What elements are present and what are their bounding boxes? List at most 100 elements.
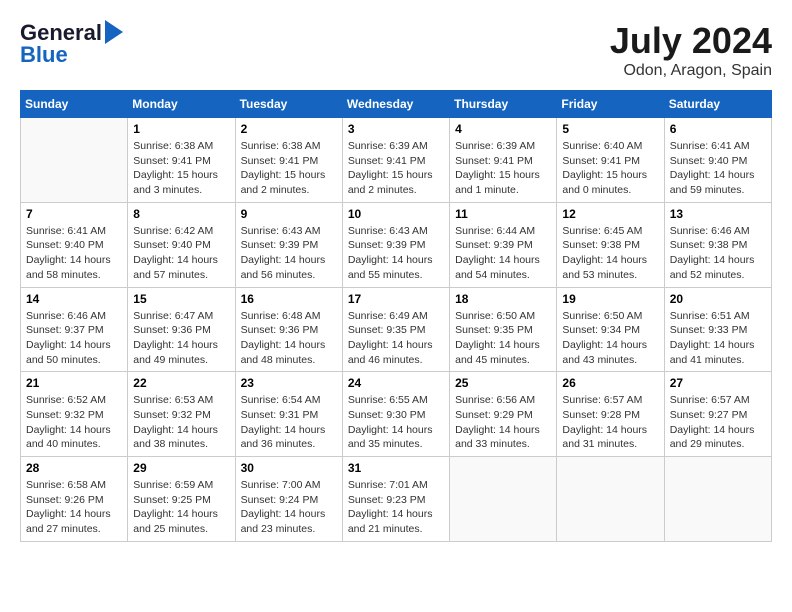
day-number: 12 [562, 207, 658, 221]
calendar-cell [664, 457, 771, 542]
calendar-cell: 8 Sunrise: 6:42 AM Sunset: 9:40 PM Daylig… [128, 202, 235, 287]
calendar-cell: 24 Sunrise: 6:55 AM Sunset: 9:30 PM Dayli… [342, 372, 449, 457]
day-info: Sunrise: 6:46 AM Sunset: 9:37 PM Dayligh… [26, 309, 122, 368]
calendar-cell: 30 Sunrise: 7:00 AM Sunset: 9:24 PM Dayli… [235, 457, 342, 542]
day-info: Sunrise: 6:56 AM Sunset: 9:29 PM Dayligh… [455, 393, 551, 452]
calendar-cell: 29Sunrise: 6:59 AM Sunset: 9:25 PM Dayli… [128, 457, 235, 542]
calendar-cell: 13Sunrise: 6:46 AM Sunset: 9:38 PM Dayli… [664, 202, 771, 287]
day-info: Sunrise: 6:39 AM Sunset: 9:41 PM Dayligh… [455, 139, 551, 198]
day-number: 4 [455, 122, 551, 136]
day-info: Sunrise: 6:49 AM Sunset: 9:35 PM Dayligh… [348, 309, 444, 368]
day-number: 2 [241, 122, 337, 136]
day-number: 18 [455, 292, 551, 306]
day-number: 5 [562, 122, 658, 136]
day-info: Sunrise: 6:55 AM Sunset: 9:30 PM Dayligh… [348, 393, 444, 452]
day-info: Sunrise: 6:58 AM Sunset: 9:26 PM Dayligh… [26, 478, 122, 537]
day-number: 20 [670, 292, 766, 306]
calendar-cell: 26 Sunrise: 6:57 AM Sunset: 9:28 PM Dayli… [557, 372, 664, 457]
calendar-week-row: 1Sunrise: 6:38 AM Sunset: 9:41 PM Daylig… [21, 118, 772, 203]
day-number: 30 [241, 461, 337, 475]
day-info: Sunrise: 6:43 AM Sunset: 9:39 PM Dayligh… [241, 224, 337, 283]
day-info: Sunrise: 6:38 AM Sunset: 9:41 PM Dayligh… [133, 139, 229, 198]
calendar-cell: 25 Sunrise: 6:56 AM Sunset: 9:29 PM Dayli… [450, 372, 557, 457]
day-info: Sunrise: 6:43 AM Sunset: 9:39 PM Dayligh… [348, 224, 444, 283]
calendar-cell: 6 Sunrise: 6:41 AM Sunset: 9:40 PM Daylig… [664, 118, 771, 203]
day-number: 8 [133, 207, 229, 221]
day-number: 23 [241, 376, 337, 390]
calendar-cell: 7Sunrise: 6:41 AM Sunset: 9:40 PM Daylig… [21, 202, 128, 287]
day-number: 16 [241, 292, 337, 306]
day-info: Sunrise: 6:57 AM Sunset: 9:27 PM Dayligh… [670, 393, 766, 452]
day-info: Sunrise: 6:57 AM Sunset: 9:28 PM Dayligh… [562, 393, 658, 452]
calendar-week-row: 14 Sunrise: 6:46 AM Sunset: 9:37 PM Dayli… [21, 287, 772, 372]
day-number: 25 [455, 376, 551, 390]
day-info: Sunrise: 6:46 AM Sunset: 9:38 PM Dayligh… [670, 224, 766, 283]
calendar-cell: 4 Sunrise: 6:39 AM Sunset: 9:41 PM Daylig… [450, 118, 557, 203]
title-block: July 2024 Odon, Aragon, Spain [610, 20, 772, 80]
day-info: Sunrise: 6:47 AM Sunset: 9:36 PM Dayligh… [133, 309, 229, 368]
calendar-cell: 9 Sunrise: 6:43 AM Sunset: 9:39 PM Daylig… [235, 202, 342, 287]
calendar-cell: 10Sunrise: 6:43 AM Sunset: 9:39 PM Dayli… [342, 202, 449, 287]
location-text: Odon, Aragon, Spain [610, 62, 772, 80]
calendar-cell: 3Sunrise: 6:39 AM Sunset: 9:41 PM Daylig… [342, 118, 449, 203]
calendar-cell [557, 457, 664, 542]
day-number: 15 [133, 292, 229, 306]
calendar-cell: 14 Sunrise: 6:46 AM Sunset: 9:37 PM Dayli… [21, 287, 128, 372]
day-info: Sunrise: 6:48 AM Sunset: 9:36 PM Dayligh… [241, 309, 337, 368]
day-number: 11 [455, 207, 551, 221]
calendar-day-header: Wednesday [342, 91, 449, 118]
day-info: Sunrise: 6:44 AM Sunset: 9:39 PM Dayligh… [455, 224, 551, 283]
page-header: General Blue July 2024 Odon, Aragon, Spa… [20, 20, 772, 80]
calendar-day-header: Sunday [21, 91, 128, 118]
calendar-cell [21, 118, 128, 203]
day-number: 9 [241, 207, 337, 221]
day-number: 31 [348, 461, 444, 475]
calendar-cell: 21 Sunrise: 6:52 AM Sunset: 9:32 PM Dayli… [21, 372, 128, 457]
day-number: 19 [562, 292, 658, 306]
month-title: July 2024 [610, 20, 772, 62]
day-number: 21 [26, 376, 122, 390]
day-number: 27 [670, 376, 766, 390]
logo-blue-text: Blue [20, 42, 68, 68]
calendar-table: SundayMondayTuesdayWednesdayThursdayFrid… [20, 90, 772, 542]
calendar-cell: 28 Sunrise: 6:58 AM Sunset: 9:26 PM Dayli… [21, 457, 128, 542]
day-info: Sunrise: 6:41 AM Sunset: 9:40 PM Dayligh… [670, 139, 766, 198]
day-info: Sunrise: 6:40 AM Sunset: 9:41 PM Dayligh… [562, 139, 658, 198]
day-info: Sunrise: 6:45 AM Sunset: 9:38 PM Dayligh… [562, 224, 658, 283]
day-number: 28 [26, 461, 122, 475]
calendar-day-header: Tuesday [235, 91, 342, 118]
day-info: Sunrise: 7:00 AM Sunset: 9:24 PM Dayligh… [241, 478, 337, 537]
logo: General Blue [20, 20, 123, 68]
day-info: Sunrise: 6:42 AM Sunset: 9:40 PM Dayligh… [133, 224, 229, 283]
calendar-day-header: Friday [557, 91, 664, 118]
calendar-week-row: 28 Sunrise: 6:58 AM Sunset: 9:26 PM Dayli… [21, 457, 772, 542]
day-number: 6 [670, 122, 766, 136]
calendar-cell: 23Sunrise: 6:54 AM Sunset: 9:31 PM Dayli… [235, 372, 342, 457]
calendar-cell: 27 Sunrise: 6:57 AM Sunset: 9:27 PM Dayli… [664, 372, 771, 457]
day-info: Sunrise: 7:01 AM Sunset: 9:23 PM Dayligh… [348, 478, 444, 537]
day-number: 26 [562, 376, 658, 390]
calendar-cell: 11 Sunrise: 6:44 AM Sunset: 9:39 PM Dayli… [450, 202, 557, 287]
day-info: Sunrise: 6:53 AM Sunset: 9:32 PM Dayligh… [133, 393, 229, 452]
calendar-cell: 2Sunrise: 6:38 AM Sunset: 9:41 PM Daylig… [235, 118, 342, 203]
calendar-cell: 19Sunrise: 6:50 AM Sunset: 9:34 PM Dayli… [557, 287, 664, 372]
logo-arrow-icon [105, 20, 123, 44]
calendar-cell: 16 Sunrise: 6:48 AM Sunset: 9:36 PM Dayli… [235, 287, 342, 372]
day-info: Sunrise: 6:52 AM Sunset: 9:32 PM Dayligh… [26, 393, 122, 452]
day-number: 24 [348, 376, 444, 390]
calendar-cell [450, 457, 557, 542]
calendar-cell: 5 Sunrise: 6:40 AM Sunset: 9:41 PM Daylig… [557, 118, 664, 203]
day-number: 22 [133, 376, 229, 390]
day-number: 14 [26, 292, 122, 306]
calendar-cell: 31 Sunrise: 7:01 AM Sunset: 9:23 PM Dayli… [342, 457, 449, 542]
day-number: 3 [348, 122, 444, 136]
calendar-cell: 20Sunrise: 6:51 AM Sunset: 9:33 PM Dayli… [664, 287, 771, 372]
day-number: 17 [348, 292, 444, 306]
day-info: Sunrise: 6:59 AM Sunset: 9:25 PM Dayligh… [133, 478, 229, 537]
day-number: 7 [26, 207, 122, 221]
calendar-cell: 17 Sunrise: 6:49 AM Sunset: 9:35 PM Dayli… [342, 287, 449, 372]
calendar-cell: 18Sunrise: 6:50 AM Sunset: 9:35 PM Dayli… [450, 287, 557, 372]
calendar-week-row: 21 Sunrise: 6:52 AM Sunset: 9:32 PM Dayli… [21, 372, 772, 457]
calendar-day-header: Thursday [450, 91, 557, 118]
calendar-day-header: Monday [128, 91, 235, 118]
